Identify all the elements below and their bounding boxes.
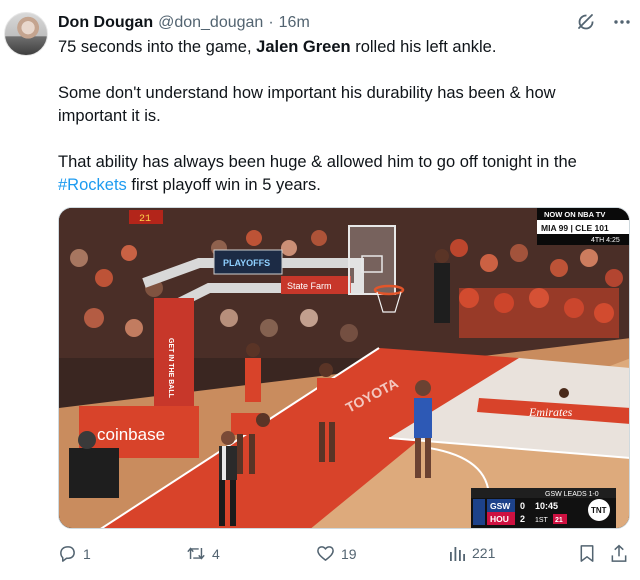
coinbase-sign: coinbase bbox=[97, 425, 165, 444]
reply-icon bbox=[58, 544, 77, 563]
scorebug-score1: 0 bbox=[520, 501, 525, 511]
tweet-actions: 1 4 19 221 bbox=[58, 540, 630, 570]
tweet-paragraph-2: Some don't understand how important his … bbox=[58, 84, 556, 125]
like-icon bbox=[316, 544, 335, 563]
top-actions bbox=[576, 12, 632, 32]
corner-period: 4TH 4:25 bbox=[591, 237, 620, 244]
reply-count: 1 bbox=[83, 545, 91, 562]
retweet-button[interactable]: 4 bbox=[186, 544, 220, 563]
text-segment: rolled his left ankle. bbox=[350, 38, 497, 56]
share-icon bbox=[610, 544, 628, 563]
game-video-frame: Emirates TOYOTA 21 GET IN THE BALL PLAYO… bbox=[59, 208, 629, 528]
tweet-paragraph-1: 75 seconds into the game, Jalen Green ro… bbox=[58, 36, 618, 59]
statefarm-sign: State Farm bbox=[287, 281, 332, 291]
tweet-header: Don Dougan @don_dougan · 16m bbox=[58, 12, 310, 34]
header-separator: · bbox=[268, 14, 274, 31]
tweet: Don Dougan @don_dougan · 16m 75 seconds … bbox=[0, 0, 640, 580]
like-button[interactable]: 19 bbox=[316, 544, 357, 563]
tweet-paragraph-3: That ability has always been huge & allo… bbox=[58, 151, 618, 197]
reply-button[interactable]: 1 bbox=[58, 544, 91, 563]
arena-scoreboard: 21 bbox=[139, 214, 151, 225]
scorebug-shot-clock: 21 bbox=[555, 517, 563, 524]
scorebug-team1: GSW bbox=[490, 501, 511, 511]
stanchion-text: GET IN THE BALL bbox=[167, 338, 174, 399]
tweet-time[interactable]: 16m bbox=[279, 14, 310, 32]
scorebug-period: 1ST bbox=[535, 517, 549, 524]
corner-score-bug: NOW ON NBA TV MIA 99 | CLE 101 4TH 4:25 bbox=[537, 208, 629, 245]
corner-score: MIA 99 | CLE 101 bbox=[541, 223, 609, 233]
scorebug-score2: 2 bbox=[520, 514, 525, 524]
author-name[interactable]: Don Dougan bbox=[58, 14, 153, 32]
retweet-count: 4 bbox=[212, 545, 220, 562]
views-button[interactable]: 221 bbox=[448, 544, 495, 562]
text-segment: first playoff win in 5 years. bbox=[126, 176, 321, 194]
bookmark-button[interactable] bbox=[578, 544, 596, 563]
views-icon bbox=[448, 544, 466, 562]
text-segment: That ability has always been huge & allo… bbox=[58, 153, 577, 171]
scorebug-team2: HOU bbox=[490, 514, 509, 524]
scorebug: GSW LEADS 1-0 GSW HOU 0 2 10:45 1ST 21 T… bbox=[471, 488, 616, 528]
views-count: 221 bbox=[472, 545, 496, 561]
retweet-icon bbox=[186, 544, 206, 563]
more-icon[interactable] bbox=[612, 12, 632, 32]
bookmark-icon bbox=[578, 544, 596, 563]
scorebug-network: TNT bbox=[591, 506, 607, 515]
share-button[interactable] bbox=[610, 544, 628, 563]
text-bold: Jalen Green bbox=[256, 38, 351, 56]
grok-icon[interactable] bbox=[576, 12, 596, 32]
tweet-media[interactable]: Emirates TOYOTA 21 GET IN THE BALL PLAYO… bbox=[58, 207, 630, 529]
hashtag-link[interactable]: #Rockets bbox=[58, 176, 127, 194]
arena-playoffs-display: PLAYOFFS bbox=[223, 258, 270, 268]
scorebug-series: GSW LEADS 1-0 bbox=[545, 491, 599, 498]
text-segment: 75 seconds into the game, bbox=[58, 38, 257, 56]
corner-banner: NOW ON NBA TV bbox=[544, 210, 605, 219]
author-handle[interactable]: @don_dougan bbox=[158, 14, 263, 32]
emirates-sign: Emirates bbox=[528, 405, 573, 419]
like-count: 19 bbox=[341, 545, 357, 562]
scorebug-clock: 10:45 bbox=[535, 501, 558, 511]
tweet-text: 75 seconds into the game, Jalen Green ro… bbox=[58, 36, 618, 197]
avatar[interactable] bbox=[4, 12, 48, 56]
